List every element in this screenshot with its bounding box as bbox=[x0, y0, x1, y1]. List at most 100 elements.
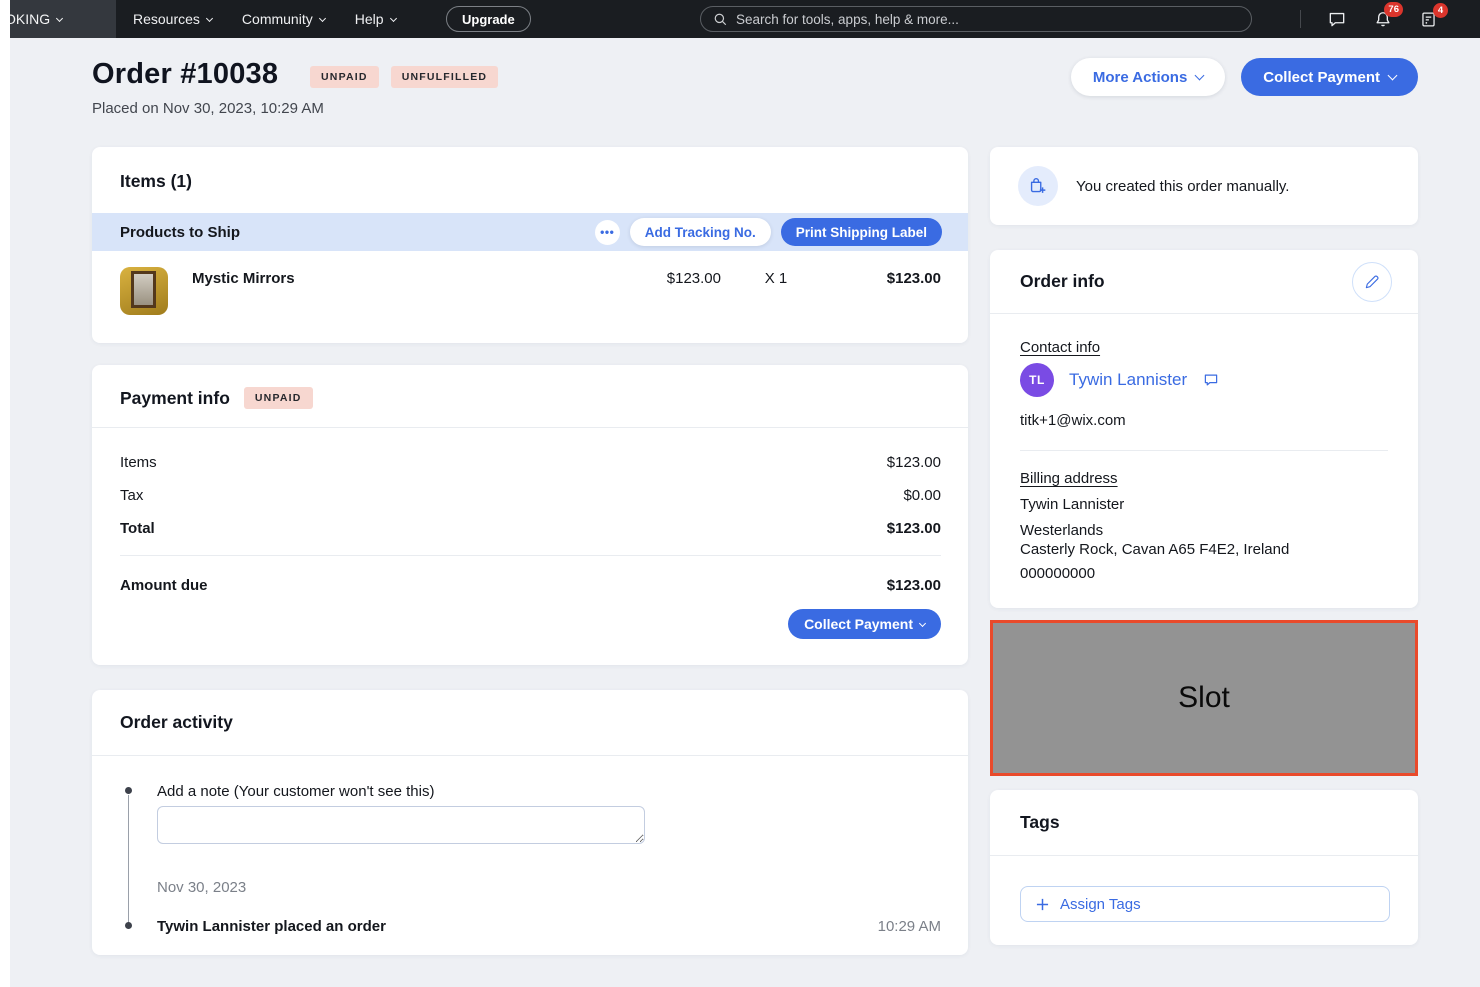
order-note-input[interactable] bbox=[157, 806, 645, 844]
items-card: Items (1) Products to Ship ••• Add Track… bbox=[92, 147, 968, 343]
order-info-card: Order info Contact info TL Tywin Lannist… bbox=[990, 250, 1418, 608]
billing-address: Westerlands Casterly Rock, Cavan A65 F4E… bbox=[1020, 522, 1290, 558]
payment-info-card: Payment info UNPAID Items $123.00 Tax $0… bbox=[92, 365, 968, 665]
divider bbox=[92, 427, 968, 428]
pencil-icon bbox=[1363, 273, 1381, 291]
billing-name: Tywin Lannister bbox=[1020, 496, 1125, 513]
order-activity-card: Order activity Add a note (Your customer… bbox=[92, 690, 968, 955]
left-edge-strip bbox=[0, 0, 10, 987]
contact-row: TL Tywin Lannister bbox=[1020, 363, 1220, 397]
amount-due-label: Amount due bbox=[120, 577, 208, 594]
mirror-graphic bbox=[131, 271, 156, 308]
message-contact-icon[interactable] bbox=[1202, 371, 1220, 389]
amount-due-value: $123.00 bbox=[886, 577, 941, 594]
payment-row-items: Items $123.00 bbox=[120, 454, 941, 471]
collect-payment-button[interactable]: Collect Payment bbox=[1241, 58, 1418, 96]
order-details-page: OKING Resources Community Help Upgrade S… bbox=[0, 0, 1480, 987]
product-total: $123.00 bbox=[886, 270, 941, 287]
add-tracking-button[interactable]: Add Tracking No. bbox=[629, 218, 771, 246]
fulfillment-actions: ••• Add Tracking No. Print Shipping Labe… bbox=[594, 218, 942, 246]
timeline-event: Tywin Lannister placed an order 10:29 AM bbox=[157, 918, 941, 935]
chevron-down-icon bbox=[56, 14, 64, 22]
items-card-title: Items (1) bbox=[120, 171, 192, 191]
contact-name-link[interactable]: Tywin Lannister bbox=[1069, 370, 1187, 390]
payment-card-header: Payment info UNPAID bbox=[120, 387, 313, 409]
header-actions: More Actions Collect Payment bbox=[1070, 58, 1418, 96]
search-input[interactable] bbox=[736, 11, 1239, 27]
timeline-dot bbox=[125, 787, 132, 794]
divider bbox=[92, 755, 968, 756]
assign-tags-button[interactable]: Assign Tags bbox=[1020, 886, 1390, 922]
activity-card-title: Order activity bbox=[120, 712, 233, 732]
menu-help[interactable]: Help bbox=[355, 11, 397, 27]
slot-placeholder: Slot bbox=[990, 620, 1418, 776]
payment-row-tax: Tax $0.00 bbox=[120, 487, 941, 504]
edit-order-info-button[interactable] bbox=[1352, 262, 1392, 302]
payment-row-total: Total $123.00 bbox=[120, 520, 941, 537]
order-status-badges: UNPAID UNFULFILLED bbox=[310, 66, 499, 88]
top-navbar: OKING Resources Community Help Upgrade S… bbox=[0, 0, 1480, 38]
site-name: OKING bbox=[10, 11, 51, 27]
payment-rows: Items $123.00 Tax $0.00 Total $123.00 bbox=[120, 454, 941, 553]
payment-card-title: Payment info bbox=[120, 387, 230, 408]
billing-address-label: Billing address bbox=[1020, 470, 1118, 487]
timeline-dot bbox=[125, 922, 132, 929]
chevron-down-icon bbox=[1387, 70, 1398, 80]
upgrade-button[interactable]: Upgrade bbox=[446, 6, 531, 32]
more-actions-button[interactable]: More Actions bbox=[1070, 58, 1226, 96]
product-name: Mystic Mirrors bbox=[192, 270, 295, 287]
order-placed-date: Placed on Nov 30, 2023, 10:29 AM bbox=[92, 100, 324, 117]
chevron-down-icon bbox=[205, 14, 213, 22]
navbar-icons: 76 4 bbox=[1300, 0, 1448, 38]
event-text: Tywin Lannister placed an order bbox=[157, 918, 386, 935]
slot-label: Slot bbox=[1178, 681, 1230, 714]
menu-community[interactable]: Community bbox=[242, 11, 326, 27]
bag-plus-icon bbox=[1018, 166, 1058, 206]
chevron-down-icon bbox=[1194, 70, 1205, 80]
global-search bbox=[700, 6, 1252, 32]
timeline-date: Nov 30, 2023 bbox=[157, 879, 247, 896]
product-image bbox=[120, 267, 168, 315]
divider bbox=[1020, 450, 1388, 451]
event-time: 10:29 AM bbox=[877, 918, 941, 935]
chat-icon[interactable] bbox=[1327, 9, 1347, 29]
billing-phone: 000000000 bbox=[1020, 565, 1096, 582]
divider bbox=[990, 313, 1418, 314]
products-to-ship-row: Products to Ship ••• Add Tracking No. Pr… bbox=[92, 213, 968, 251]
search-icon bbox=[713, 12, 728, 27]
product-quantity: X 1 bbox=[764, 270, 788, 287]
tags-card-title: Tags bbox=[1020, 812, 1060, 832]
chevron-down-icon bbox=[918, 619, 927, 627]
site-selector[interactable]: OKING bbox=[10, 0, 116, 38]
collect-payment-button-secondary[interactable]: Collect Payment bbox=[788, 609, 941, 639]
more-options-icon[interactable]: ••• bbox=[594, 219, 620, 245]
order-info-title: Order info bbox=[1020, 271, 1105, 291]
chevron-down-icon bbox=[318, 14, 326, 22]
manual-order-notice-text: You created this order manually. bbox=[1076, 177, 1290, 195]
updates-icon[interactable]: 4 bbox=[1419, 2, 1448, 29]
product-row[interactable]: Mystic Mirrors $123.00 X 1 $123.00 bbox=[120, 267, 941, 315]
tags-card: Tags Assign Tags bbox=[990, 790, 1418, 945]
divider bbox=[1300, 10, 1301, 28]
navbar-menu: Resources Community Help bbox=[133, 0, 397, 38]
contact-email: titk+1@wix.com bbox=[1020, 412, 1126, 429]
notifications-bell-icon[interactable]: 76 bbox=[1373, 2, 1403, 29]
divider bbox=[120, 555, 941, 556]
fulfillment-label: Products to Ship bbox=[120, 223, 240, 241]
chevron-down-icon bbox=[389, 14, 397, 22]
add-note-label: Add a note (Your customer won't see this… bbox=[157, 783, 435, 800]
timeline-line bbox=[128, 795, 129, 923]
status-badge-unpaid: UNPAID bbox=[310, 66, 379, 88]
status-badge-unfulfilled: UNFULFILLED bbox=[390, 66, 499, 88]
avatar: TL bbox=[1020, 363, 1054, 397]
amount-due-row: Amount due $123.00 bbox=[120, 577, 941, 594]
payment-status-badge: UNPAID bbox=[243, 387, 313, 409]
updates-badge: 4 bbox=[1433, 2, 1448, 18]
notifications-badge: 76 bbox=[1384, 2, 1403, 17]
print-shipping-label-button[interactable]: Print Shipping Label bbox=[780, 218, 942, 246]
page-title: Order #10038 bbox=[92, 58, 279, 90]
product-price: $123.00 bbox=[666, 270, 721, 287]
menu-resources[interactable]: Resources bbox=[133, 11, 213, 27]
manual-order-notice-card: You created this order manually. bbox=[990, 147, 1418, 225]
contact-info-label: Contact info bbox=[1020, 339, 1101, 356]
